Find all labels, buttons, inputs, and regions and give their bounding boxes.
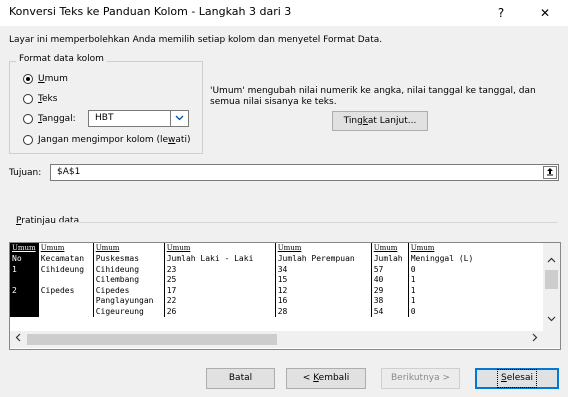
preview-cell: [10, 306, 39, 317]
preview-divider: [60, 222, 558, 223]
preview-cell: 26: [164, 306, 276, 317]
horizontal-scrollbar[interactable]: [10, 331, 543, 348]
preview-col-header-1[interactable]: Umum: [10, 243, 39, 254]
preview-cell: 23: [164, 264, 276, 275]
cancel-button[interactable]: Batal: [206, 368, 275, 389]
preview-col-header-7[interactable]: Umum: [408, 243, 489, 254]
scroll-up-icon[interactable]: [543, 256, 560, 268]
back-button[interactable]: < Kembali: [286, 368, 366, 389]
preview-cell: Cipedes: [38, 285, 94, 296]
preview-cell: 16: [275, 296, 372, 307]
preview-col-header-5[interactable]: Umum: [275, 243, 372, 254]
preview-cell: 25: [164, 275, 276, 286]
preview-cell: 38: [371, 296, 409, 307]
preview-cell: Jumlah: [371, 254, 409, 265]
preview-cell: 12: [275, 285, 372, 296]
collapse-dialog-icon[interactable]: [543, 166, 557, 179]
dialog-description: Layar ini memperbolehkan Anda memilih se…: [9, 35, 383, 45]
preview-cell: 22: [164, 296, 276, 307]
preview-header-row[interactable]: Umum Umum Umum Umum Umum Umum Umum: [10, 243, 489, 254]
preview-cell: 29: [371, 285, 409, 296]
preview-cell: Cipedes: [93, 285, 165, 296]
format-group-label: Format data kolom: [16, 54, 107, 64]
preview-cell: Panglayungan: [93, 296, 165, 307]
scrollbar-corner: [543, 331, 560, 348]
destination-value: $A$1: [57, 167, 81, 177]
destination-input[interactable]: $A$1: [50, 164, 559, 181]
preview-cell: No: [10, 254, 39, 265]
scroll-right-icon[interactable]: [529, 333, 541, 345]
preview-cell: 57: [371, 264, 409, 275]
preview-col-header-2[interactable]: Umum: [38, 243, 94, 254]
preview-cell: Meninggal (L): [410, 254, 474, 263]
preview-col-header-4[interactable]: Umum: [164, 243, 276, 254]
scroll-down-icon[interactable]: [543, 315, 560, 327]
preview-table[interactable]: Umum Umum Umum Umum Umum Umum Umum No Ke…: [10, 243, 489, 317]
preview-cell: 15: [275, 275, 372, 286]
date-format-value: HBT: [95, 113, 114, 123]
preview-cell: 17: [164, 285, 276, 296]
help-button[interactable]: ?: [486, 3, 516, 23]
radio-tanggal-label[interactable]: Tanggal:: [38, 114, 76, 124]
table-row: Panglayungan 22 16 38 1: [10, 296, 489, 307]
preview-cell: [38, 275, 94, 286]
table-row: Cilembang 25 15 40 1: [10, 275, 489, 286]
preview-cell: 1: [410, 285, 416, 295]
preview-cell: [10, 296, 39, 307]
table-row: Cigeureung 26 28 54 0: [10, 306, 489, 317]
scroll-left-icon[interactable]: [12, 333, 24, 345]
vertical-scrollbar[interactable]: [543, 243, 560, 331]
radio-jangan-impor-label[interactable]: Jangan mengimpor kolom (lewati): [38, 135, 190, 145]
data-preview-pane[interactable]: Umum Umum Umum Umum Umum Umum Umum No Ke…: [9, 242, 561, 350]
radio-umum[interactable]: [23, 74, 33, 84]
preview-cell: 2: [10, 285, 39, 296]
horizontal-scroll-thumb[interactable]: [27, 334, 277, 345]
preview-cell: 28: [275, 306, 372, 317]
table-row: 1 Cihideung Cihideung 23 34 57 0: [10, 264, 489, 275]
window-title: Konversi Teks ke Panduan Kolom - Langkah…: [9, 5, 292, 18]
radio-jangan-impor[interactable]: [23, 135, 33, 145]
advanced-button[interactable]: Tingkat Lanjut...: [332, 111, 428, 131]
destination-label: Tujuan:: [9, 168, 42, 178]
radio-teks-label[interactable]: Teks: [38, 94, 57, 104]
next-button[interactable]: Berikutnya >: [381, 368, 460, 389]
preview-cell: 1: [410, 275, 416, 284]
preview-cell: [38, 296, 94, 307]
radio-tanggal[interactable]: [23, 114, 33, 124]
date-format-select[interactable]: HBT: [88, 110, 189, 127]
preview-cell: 1: [10, 264, 39, 275]
radio-teks[interactable]: [23, 94, 33, 104]
preview-cell: 1: [410, 296, 416, 305]
preview-cell: Cilembang: [93, 275, 165, 286]
format-info-text: 'Umum' mengubah nilai numerik ke angka, …: [210, 86, 536, 107]
preview-cell: 40: [371, 275, 409, 286]
preview-cell: 54: [371, 306, 409, 317]
preview-cell: Puskesmas: [93, 254, 165, 265]
table-row: No Kecamatan Puskesmas Jumlah Laki - Lak…: [10, 254, 489, 265]
title-bar: Konversi Teks ke Panduan Kolom - Langkah…: [0, 0, 568, 26]
preview-col-header-3[interactable]: Umum: [93, 243, 165, 254]
table-row: 2 Cipedes Cipedes 17 12 29 1: [10, 285, 489, 296]
close-button[interactable]: ✕: [530, 3, 560, 23]
preview-cell: [10, 275, 39, 286]
preview-cell: Kecamatan: [38, 254, 94, 265]
radio-umum-label[interactable]: Umum: [38, 74, 68, 84]
preview-cell: Cigeureung: [93, 306, 165, 317]
preview-cell: Cihideung: [38, 264, 94, 275]
preview-col-header-6[interactable]: Umum: [371, 243, 409, 254]
preview-cell: 0: [410, 264, 416, 274]
preview-cell: Jumlah Perempuan: [275, 254, 372, 265]
finish-button[interactable]: Selesai: [475, 368, 559, 389]
vertical-scroll-thumb[interactable]: [545, 270, 558, 289]
preview-cell: 0: [410, 306, 416, 316]
chevron-down-icon[interactable]: [170, 111, 188, 126]
preview-cell: 34: [275, 264, 372, 275]
preview-label: Pratinjau data: [16, 216, 80, 226]
preview-cell: Cihideung: [93, 264, 165, 275]
preview-cell: [38, 306, 94, 317]
preview-cell: Jumlah Laki - Laki: [164, 254, 276, 265]
